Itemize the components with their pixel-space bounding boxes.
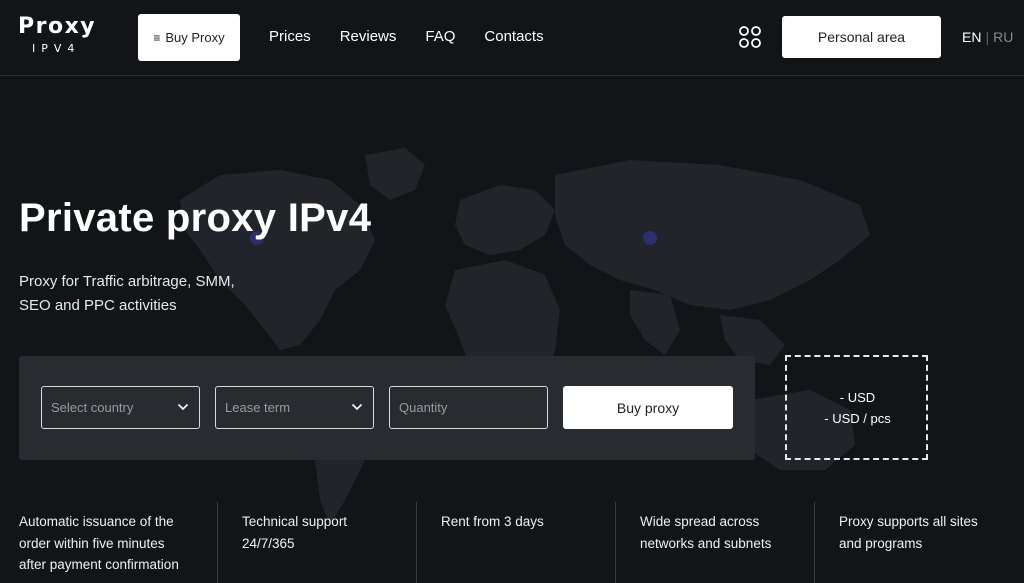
- lang-separator: |: [985, 29, 990, 45]
- nav-contacts[interactable]: Contacts: [484, 28, 543, 45]
- site-header: Proxy IPV4 ≡ Buy Proxy Prices Reviews FA…: [0, 0, 1024, 76]
- quantity-input[interactable]: [389, 386, 548, 429]
- feature-text: and programs: [839, 535, 923, 551]
- main-nav: Prices Reviews FAQ Contacts: [269, 28, 544, 45]
- hero-subtitle-line-2: SEO and PPC activities: [19, 297, 177, 314]
- grid-apps-icon[interactable]: [738, 25, 762, 49]
- hero-subtitle-line-1: Proxy for Traffic arbitrage, SMM,: [19, 273, 235, 290]
- lease-term-select-placeholder: Lease term: [225, 400, 291, 415]
- language-switcher: EN | RU: [962, 29, 1013, 45]
- features-bar: Automatic issuance of the order within f…: [0, 502, 1024, 583]
- buy-proxy-button[interactable]: Buy proxy: [563, 386, 733, 429]
- nav-prices[interactable]: Prices: [269, 28, 311, 45]
- chevron-down-icon: [351, 403, 363, 411]
- feature-item: Technical support 24/7/365: [217, 502, 416, 583]
- chevron-down-icon: [177, 403, 189, 411]
- hero-title: Private proxy IPv4: [19, 196, 372, 240]
- feature-text: Rent from 3 days: [441, 514, 544, 529]
- hero-subtitle: Proxy for Traffic arbitrage, SMM, SEO an…: [19, 270, 299, 318]
- lease-term-select[interactable]: Lease term: [215, 386, 374, 429]
- buy-proxy-menu-button[interactable]: ≡ Buy Proxy: [138, 14, 240, 61]
- nav-faq[interactable]: FAQ: [425, 28, 455, 45]
- menu-icon: ≡: [153, 30, 161, 45]
- feature-text: 24/7/365: [242, 535, 295, 551]
- price-total: - USD: [839, 389, 876, 405]
- logo-main-text: Proxy: [18, 14, 97, 39]
- feature-text: Technical support: [242, 514, 348, 529]
- feature-item: Proxy supports all sites and programs: [814, 502, 1020, 583]
- feature-text: Automatic issuance of the: [19, 514, 174, 529]
- lang-en[interactable]: EN: [962, 29, 981, 45]
- feature-text: Wide spread across: [640, 514, 760, 529]
- personal-area-button[interactable]: Personal area: [782, 16, 941, 58]
- nav-reviews[interactable]: Reviews: [340, 28, 397, 45]
- order-panel: Select country Lease term Buy proxy: [19, 356, 755, 460]
- feature-text: Proxy supports all sites: [839, 514, 978, 529]
- feature-text: networks and subnets: [640, 535, 772, 551]
- feature-text: after payment confirmation: [19, 557, 179, 572]
- lang-ru[interactable]: RU: [993, 29, 1013, 45]
- feature-text: order within five minutes: [19, 535, 165, 551]
- price-summary: - USD - USD / pcs: [785, 355, 928, 460]
- feature-item: Rent from 3 days: [416, 502, 615, 583]
- feature-item: Automatic issuance of the order within f…: [19, 502, 217, 583]
- country-select-placeholder: Select country: [51, 400, 134, 415]
- world-map-background: [180, 148, 870, 525]
- feature-item: Wide spread across networks and subnets: [615, 502, 814, 583]
- logo[interactable]: Proxy IPV4: [18, 14, 104, 62]
- price-per-unit: - USD / pcs: [824, 410, 891, 426]
- logo-sub-text: IPV4: [32, 42, 81, 55]
- buy-proxy-menu-label: Buy Proxy: [165, 30, 225, 45]
- country-select[interactable]: Select country: [41, 386, 200, 429]
